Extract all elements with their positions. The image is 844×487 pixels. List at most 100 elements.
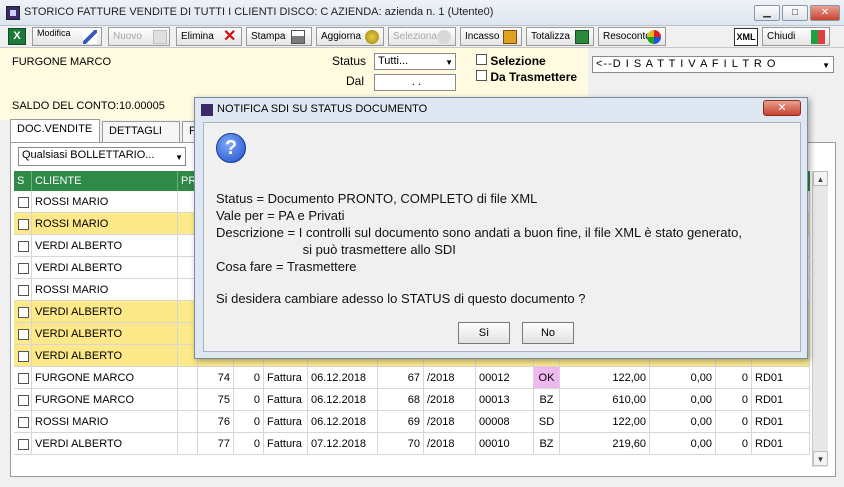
bollettario-select[interactable]: Qualsiasi BOLLETTARIO... ▼ (18, 147, 186, 166)
close-button[interactable]: ✕ (810, 5, 840, 21)
col-header-s[interactable]: S (14, 171, 32, 191)
elimina-button[interactable]: Elimina ✕ (176, 27, 242, 46)
row-checkbox[interactable] (18, 219, 29, 230)
vertical-scrollbar[interactable]: ▲ ▼ (812, 171, 828, 467)
dialog-close-button[interactable]: ✕ (763, 100, 801, 116)
cell-b: 0 (716, 433, 752, 455)
cell-cliente: ROSSI MARIO (32, 279, 178, 301)
cell-n: 75 (198, 389, 234, 411)
nuovo-button[interactable]: Nuovo (108, 27, 170, 46)
new-document-icon (153, 30, 167, 44)
scroll-up-arrow-icon[interactable]: ▲ (813, 171, 828, 186)
row-select-cell[interactable] (14, 213, 32, 235)
excel-icon[interactable]: X (8, 28, 26, 45)
row-select-cell[interactable] (14, 191, 32, 213)
totalizza-button[interactable]: Totalizza (526, 27, 594, 46)
cell-prot: 00012 (476, 367, 534, 389)
calculator-icon (575, 30, 589, 44)
row-select-cell[interactable] (14, 367, 32, 389)
selezione-label: Selezione (490, 54, 546, 68)
row-select-cell[interactable] (14, 323, 32, 345)
row-checkbox[interactable] (18, 263, 29, 274)
row-select-cell[interactable] (14, 345, 32, 367)
dialog-line-status: Status = Documento PRONTO, COMPLETO di f… (216, 191, 538, 206)
cell-n: 77 (198, 433, 234, 455)
row-select-cell[interactable] (14, 301, 32, 323)
table-row[interactable]: FURGONE MARCO 75 0 Fattura 06.12.2018 68/2018… (14, 389, 810, 411)
select-icon (437, 30, 451, 44)
dialog-question: Si desidera cambiare adesso lo STATUS di… (216, 291, 586, 306)
row-checkbox[interactable] (18, 395, 29, 406)
seleziona-button[interactable]: Seleziona (388, 27, 456, 46)
cell-anno: /2018 (424, 411, 476, 433)
resoconto-button[interactable]: Resoconto (598, 27, 666, 46)
selezione-checkbox[interactable]: Selezione (476, 54, 546, 68)
cell-tot: 122,00 (560, 411, 650, 433)
xml-button[interactable]: XML (734, 28, 758, 46)
row-checkbox[interactable] (18, 351, 29, 362)
cell-cliente: ROSSI MARIO (32, 191, 178, 213)
row-checkbox[interactable] (18, 329, 29, 340)
status-select[interactable]: Tutti... ▼ (374, 53, 456, 70)
cell-pr (178, 367, 198, 389)
stampa-button[interactable]: Stampa (246, 27, 312, 46)
cell-tot: 219,60 (560, 433, 650, 455)
saldo-conto: SALDO DEL CONTO:10.00005 (12, 100, 165, 112)
cell-cliente: VERDI ALBERTO (32, 235, 178, 257)
table-row[interactable]: ROSSI MARIO 76 0 Fattura 06.12.2018 69/2018 00… (14, 411, 810, 433)
tab-dettagli[interactable]: DETTAGLI (102, 121, 180, 142)
cell-reg: RD01 (752, 389, 810, 411)
maximize-button[interactable]: □ (782, 5, 808, 21)
row-select-cell[interactable] (14, 235, 32, 257)
cell-pr (178, 389, 198, 411)
col-header-cliente[interactable]: CLIENTE (32, 171, 178, 191)
row-checkbox[interactable] (18, 417, 29, 428)
cell-cliente: VERDI ALBERTO (32, 433, 178, 455)
cell-a: 0,00 (650, 411, 716, 433)
row-select-cell[interactable] (14, 389, 32, 411)
tab-doc-vendite[interactable]: DOC.VENDITE (10, 119, 100, 142)
status-label: Status (332, 54, 367, 68)
no-button[interactable]: No (522, 322, 574, 344)
table-row[interactable]: VERDI ALBERTO 77 0 Fattura 07.12.2018 70/2018… (14, 433, 810, 455)
cell-anno: /2018 (424, 389, 476, 411)
gear-refresh-icon (365, 30, 379, 44)
row-checkbox[interactable] (18, 197, 29, 208)
row-select-cell[interactable] (14, 279, 32, 301)
cell-prot: 00010 (476, 433, 534, 455)
row-select-cell[interactable] (14, 257, 32, 279)
row-select-cell[interactable] (14, 411, 32, 433)
minimize-button[interactable]: ▁ (754, 5, 780, 21)
dal-date-input[interactable]: . . (374, 74, 456, 91)
cell-a: 0,00 (650, 367, 716, 389)
row-checkbox[interactable] (18, 241, 29, 252)
da-trasmettere-checkbox-box[interactable] (476, 70, 487, 81)
chiudi-button[interactable]: Chiudi (762, 27, 830, 46)
cell-data: 06.12.2018 (308, 367, 378, 389)
row-select-cell[interactable] (14, 433, 32, 455)
cell-status: SD (534, 411, 560, 433)
aggiorna-button[interactable]: Aggiorna (316, 27, 384, 46)
modifica-ristampa-button[interactable]: Modifica (32, 27, 102, 46)
si-button[interactable]: Sì (458, 322, 510, 344)
row-checkbox[interactable] (18, 285, 29, 296)
app-icon (6, 6, 20, 20)
row-checkbox[interactable] (18, 439, 29, 450)
incasso-button[interactable]: Incasso (460, 27, 522, 46)
cell-reg: RD01 (752, 411, 810, 433)
cell-reg: RD01 (752, 367, 810, 389)
cell-a: 0,00 (650, 389, 716, 411)
table-row[interactable]: FURGONE MARCO 74 0 Fattura 06.12.2018 67/2018… (14, 367, 810, 389)
selezione-checkbox-box[interactable] (476, 54, 487, 65)
row-checkbox[interactable] (18, 373, 29, 384)
row-checkbox[interactable] (18, 307, 29, 318)
da-trasmettere-checkbox[interactable]: Da Trasmettere (476, 70, 577, 84)
cell-data: 07.12.2018 (308, 433, 378, 455)
scroll-down-arrow-icon[interactable]: ▼ (813, 451, 828, 466)
filter-select[interactable]: <--D I S A T T I V A F I L T R O ▼ (592, 56, 834, 73)
dal-label: Dal (346, 74, 365, 88)
client-name: FURGONE MARCO (12, 56, 111, 68)
cell-tipo: Fattura (264, 389, 308, 411)
aggiorna-label: Aggiorna (321, 31, 362, 42)
status-select-value: Tutti... (378, 55, 409, 67)
